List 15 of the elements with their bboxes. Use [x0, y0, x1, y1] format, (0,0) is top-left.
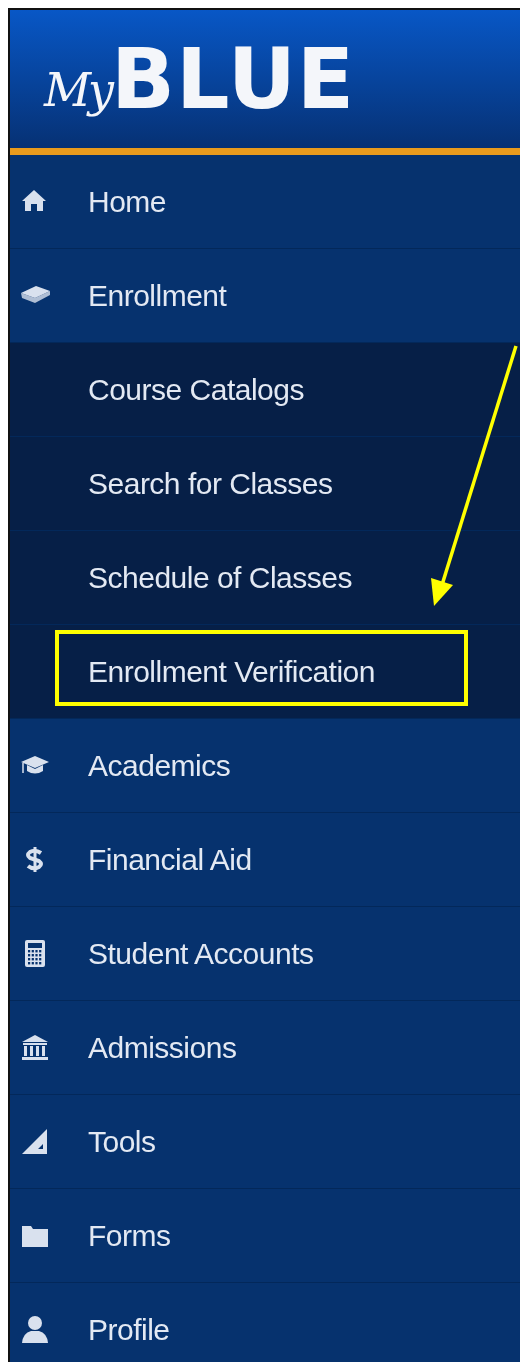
menu-item[interactable]: Enrollment: [88, 278, 227, 313]
submenu-item[interactable]: Schedule of Classes: [88, 560, 352, 595]
menu-item[interactable]: Academics: [88, 748, 231, 783]
submenu-item[interactable]: Search for Classes: [88, 466, 333, 501]
submenu-item[interactable]: Course Catalogs: [88, 372, 304, 407]
menu-item[interactable]: Forms: [88, 1218, 171, 1253]
user-icon: [20, 1314, 50, 1345]
bank-icon: [20, 1032, 50, 1063]
logo-script: My: [44, 63, 112, 117]
menu-item[interactable]: Student Accounts: [88, 936, 314, 971]
menu-item[interactable]: Profile: [88, 1312, 170, 1347]
menu-item[interactable]: Financial Aid: [88, 842, 252, 877]
menu-item[interactable]: Home: [88, 184, 167, 219]
menu-item[interactable]: Tools: [88, 1124, 156, 1159]
menu-item[interactable]: Admissions: [88, 1030, 237, 1065]
